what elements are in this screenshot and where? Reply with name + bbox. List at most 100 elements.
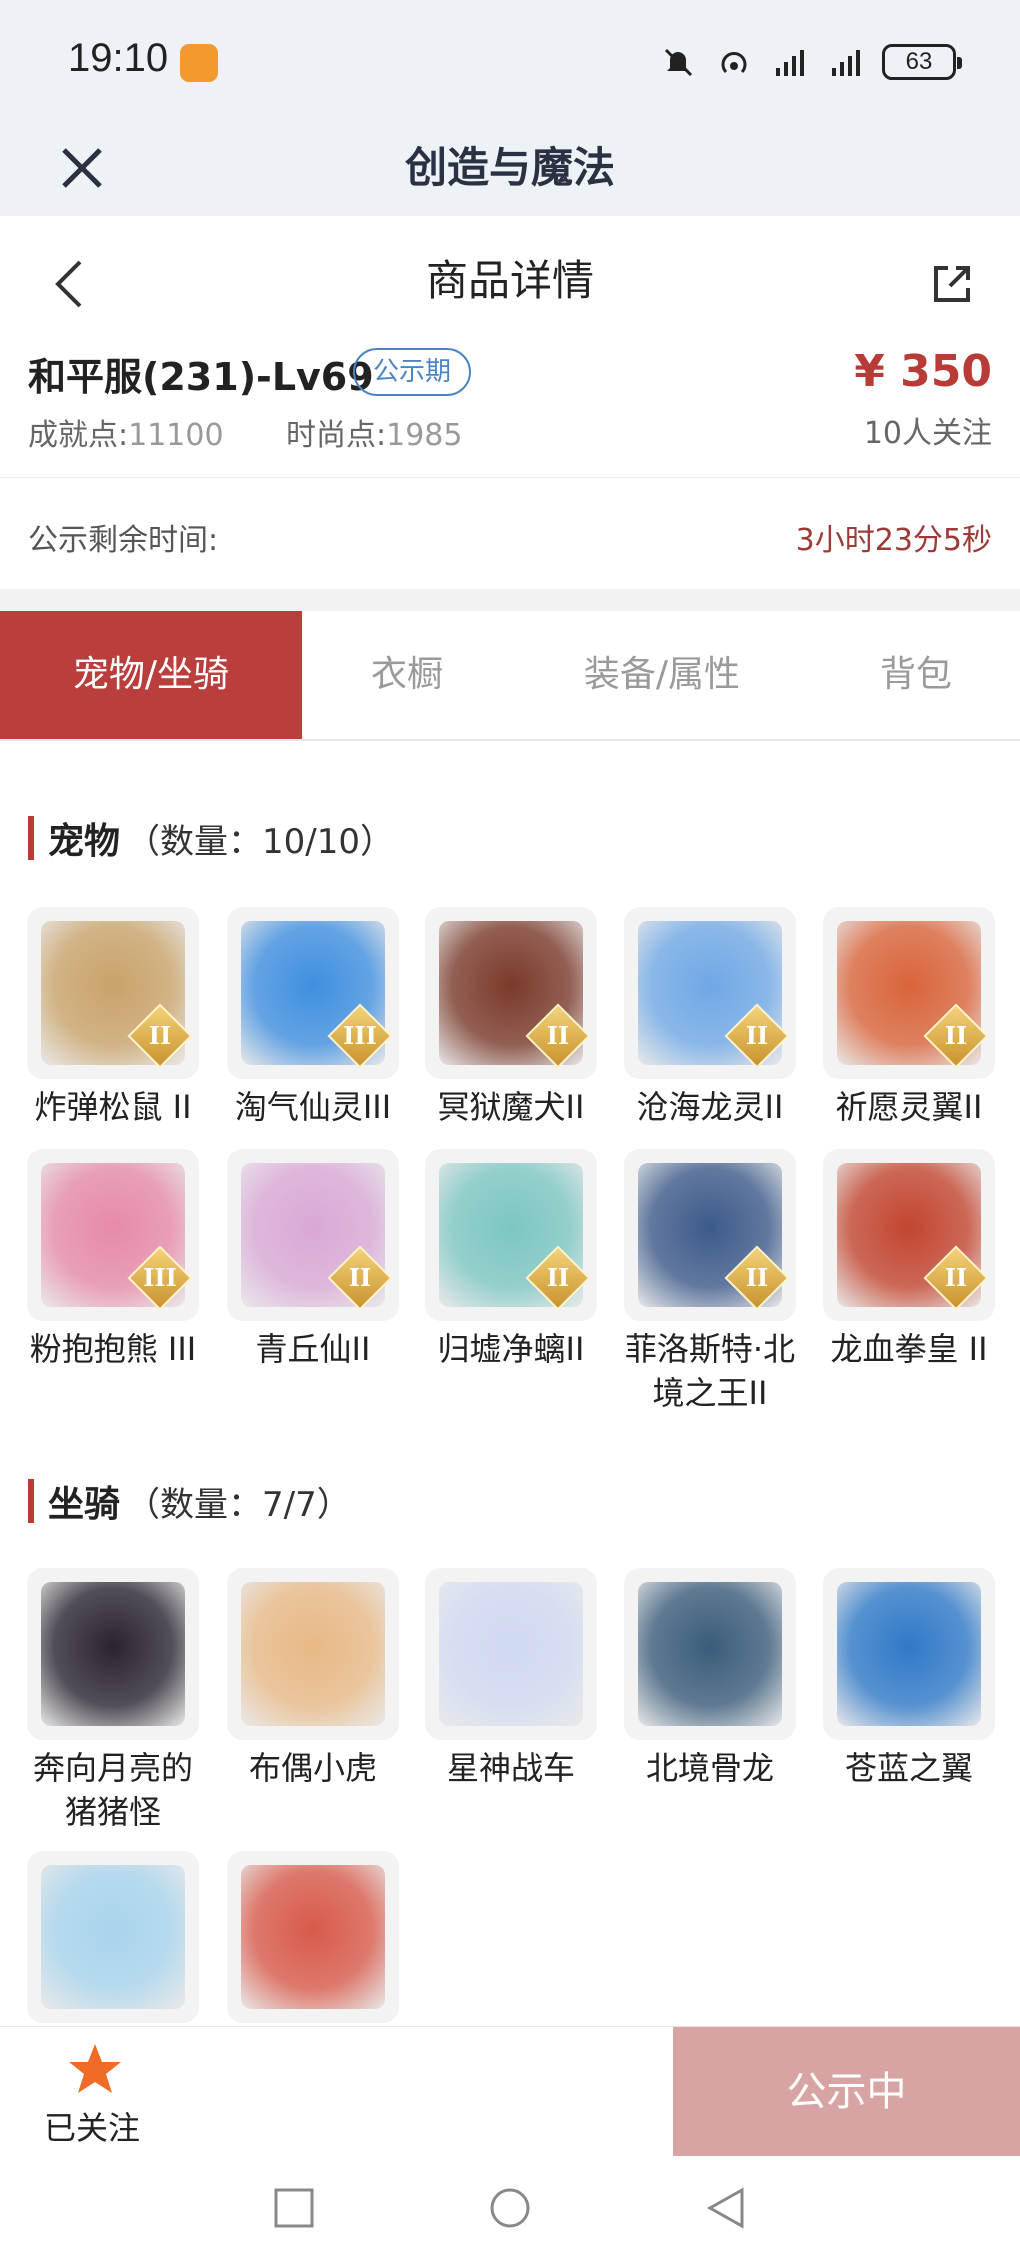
tab-wardrobe[interactable]: 衣橱 [302, 611, 512, 739]
item-card[interactable]: 北境骨龙 [624, 1568, 802, 1790]
star-icon[interactable] [66, 2041, 124, 2099]
status-time: 19:10 [68, 36, 169, 80]
item-thumbnail: II [624, 1149, 796, 1321]
app-bar: 创造与魔法 [0, 120, 1020, 216]
item-label: 粉抱抱熊 III [29, 1330, 197, 1368]
item-label: 布偶小虎 [248, 1749, 377, 1787]
item-label: 祈愿灵翼II [835, 1088, 983, 1126]
item-thumbnail [27, 1568, 199, 1740]
item-card[interactable]: II 归墟净螭II [425, 1149, 603, 1371]
back-nav-icon[interactable] [704, 2186, 748, 2230]
item-card[interactable]: II 沧海龙灵II [624, 907, 802, 1129]
pets-section-header: 宠物 （数量：10/10） [28, 815, 394, 862]
item-card[interactable]: II 青丘仙II [227, 1149, 405, 1371]
remaining-time-row: 公示剩余时间: 3小时23分5秒 [0, 479, 1020, 589]
status-bar: 19:10 63 [0, 0, 1020, 120]
item-card[interactable] [227, 1851, 405, 2029]
rank-badge-text: II [745, 1263, 769, 1292]
item-thumbnail [27, 1851, 199, 2023]
item-label: 冥狱魔犬II [437, 1088, 585, 1126]
item-thumbnail [624, 1568, 796, 1740]
rank-badge-text: II [944, 1263, 968, 1292]
mute-icon [664, 48, 693, 77]
rank-badge-text: II [546, 1263, 570, 1292]
tab-equipment[interactable]: 装备/属性 [512, 611, 812, 739]
item-image [241, 1865, 385, 2009]
item-card[interactable]: 奔向月亮的猪猪怪 [27, 1568, 205, 1834]
item-thumbnail: II [823, 1149, 995, 1321]
item-label: 奔向月亮的猪猪怪 [32, 1749, 193, 1831]
fashion-points: 时尚点:1985 [286, 410, 462, 454]
item-thumbnail: II [624, 907, 796, 1079]
signal-5g-icon [776, 50, 804, 76]
item-image [439, 1582, 583, 1726]
rank-badge-text: II [944, 1021, 968, 1050]
rank-badge-text: III [143, 1263, 177, 1292]
status-icons: 63 [658, 38, 962, 86]
share-icon[interactable] [928, 260, 976, 308]
mounts-section-header: 坐骑 （数量：7/7） [28, 1478, 351, 1525]
item-card[interactable]: 星神战车 [425, 1568, 603, 1790]
rank-badge-text: II [348, 1263, 372, 1292]
system-nav-bar [0, 2156, 1020, 2264]
page-title: 商品详情 [425, 256, 594, 305]
mounts-title: 坐骑 [48, 1484, 121, 1525]
item-thumbnail [823, 1568, 995, 1740]
item-card[interactable]: III 淘气仙灵III [227, 907, 405, 1129]
item-card[interactable]: II 菲洛斯特·北境之王II [624, 1149, 802, 1415]
home-icon[interactable] [488, 2186, 532, 2230]
public-status-button[interactable]: 公示中 [673, 2027, 1020, 2157]
tab-pets-mounts[interactable]: 宠物/坐骑 [0, 611, 302, 739]
item-label: 沧海龙灵II [636, 1088, 784, 1126]
item-thumbnail: II [425, 1149, 597, 1321]
item-thumbnail: II [823, 907, 995, 1079]
item-card[interactable]: II 冥狱魔犬II [425, 907, 603, 1129]
rank-badge-text: II [148, 1021, 172, 1050]
item-label: 星神战车 [446, 1749, 575, 1787]
item-label: 苍蓝之翼 [844, 1749, 973, 1787]
item-card[interactable]: III 粉抱抱熊 III [27, 1149, 205, 1371]
tab-bag[interactable]: 背包 [812, 611, 1020, 739]
achievement-label: 成就点: [28, 418, 129, 453]
achievement-value: 11100 [128, 418, 224, 453]
item-image [241, 1582, 385, 1726]
item-thumbnail [227, 1568, 399, 1740]
price: ¥ 350 [854, 346, 992, 397]
tab-bar: 宠物/坐骑 衣橱 装备/属性 背包 [0, 611, 1020, 741]
remaining-time-value: 3小时23分5秒 [795, 523, 992, 558]
pets-title: 宠物 [48, 821, 121, 862]
item-label: 归墟净螭II [437, 1330, 585, 1368]
recents-icon[interactable] [272, 2186, 316, 2230]
item-label: 青丘仙II [255, 1330, 371, 1368]
item-card[interactable]: II 炸弹松鼠 II [27, 907, 205, 1129]
follower-count: 10人关注 [863, 416, 992, 451]
battery-level: 63 [905, 48, 933, 75]
item-card[interactable]: 苍蓝之翼 [823, 1568, 1001, 1790]
item-thumbnail: II [425, 907, 597, 1079]
item-thumbnail [425, 1568, 597, 1740]
section-marker [28, 816, 34, 860]
item-label: 炸弹松鼠 II [34, 1088, 192, 1126]
fashion-label: 时尚点: [286, 418, 387, 453]
product-name: 和平服(231)-Lv69 [28, 355, 374, 399]
rank-badge-text: II [546, 1021, 570, 1050]
item-card[interactable]: II 龙血拳皇 II [823, 1149, 1001, 1371]
rank-badge-text: II [745, 1021, 769, 1050]
close-icon[interactable] [58, 144, 106, 192]
item-label: 龙血拳皇 II [830, 1330, 988, 1368]
battery-icon: 63 [882, 44, 962, 80]
signal-5g-icon-2 [832, 50, 860, 76]
follow-button[interactable]: 已关注 [44, 2103, 140, 2149]
page-header: 商品详情 [0, 216, 1020, 346]
item-card[interactable]: 布偶小虎 [227, 1568, 405, 1790]
item-label: 菲洛斯特·北境之王II [624, 1330, 796, 1412]
pets-count: （数量：10/10） [126, 821, 394, 862]
app-title: 创造与魔法 [404, 143, 615, 192]
item-thumbnail: II [227, 1149, 399, 1321]
item-image [41, 1582, 185, 1726]
back-icon[interactable] [46, 256, 94, 312]
item-card[interactable] [27, 1851, 205, 2029]
item-card[interactable]: II 祈愿灵翼II [823, 907, 1001, 1129]
divider [0, 589, 1020, 611]
bottom-action-bar: 已关注 公示中 [0, 2026, 1020, 2157]
